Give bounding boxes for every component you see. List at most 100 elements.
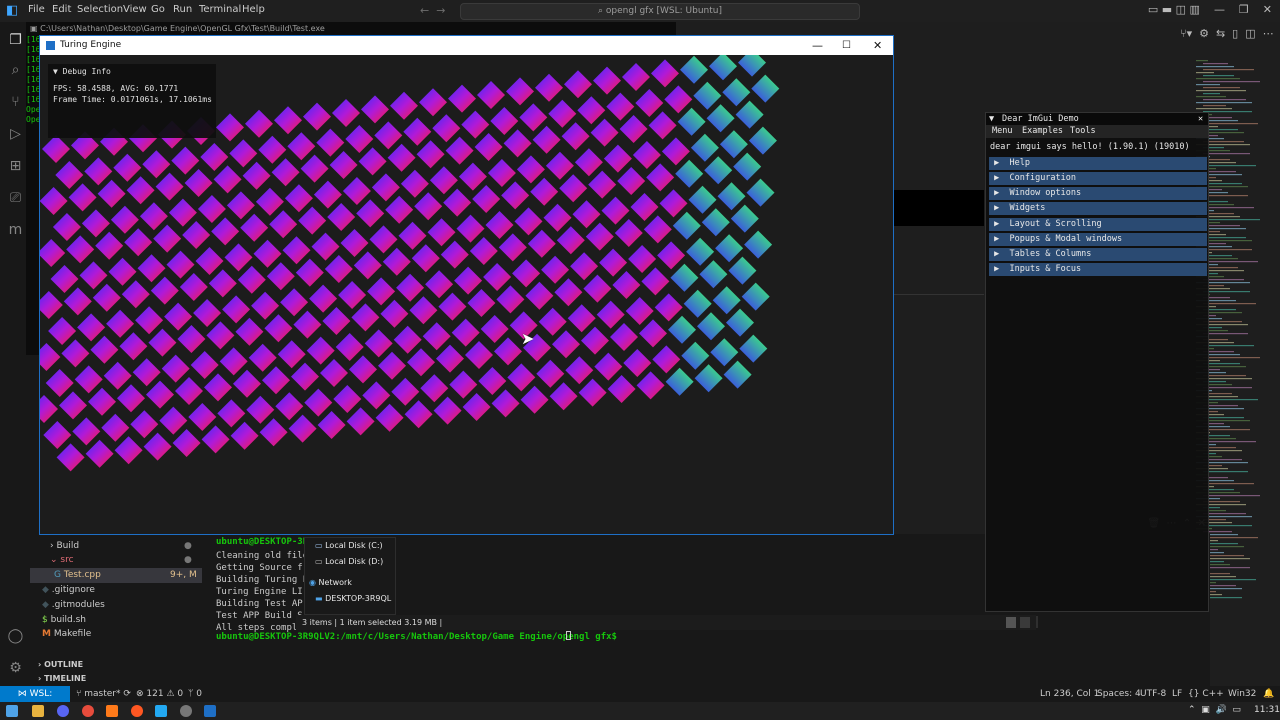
branch-indicator[interactable]: ⑂ master* ⟳ bbox=[76, 686, 131, 702]
run-debug-icon[interactable]: ▷ bbox=[7, 126, 24, 143]
imgui-header-help[interactable]: ▶ Help bbox=[989, 157, 1207, 170]
chrome-icon[interactable] bbox=[82, 705, 94, 717]
imgui-menu-menu[interactable]: Menu bbox=[992, 125, 1012, 138]
outline-section[interactable]: › OUTLINE bbox=[30, 657, 202, 672]
chevron-right-icon: › bbox=[50, 541, 54, 551]
pyramid-tile bbox=[657, 241, 686, 270]
menu-selection[interactable]: Selection bbox=[77, 4, 123, 15]
menu-view[interactable]: View bbox=[123, 4, 147, 15]
tray-icons[interactable]: ⌃ ▣ 🔊 ▭ bbox=[1188, 705, 1241, 715]
close-icon[interactable]: ✕ bbox=[1198, 113, 1203, 125]
language-mode[interactable]: {} C++ bbox=[1188, 686, 1224, 702]
imgui-menu-examples[interactable]: Examples bbox=[1022, 125, 1063, 138]
command-center[interactable]: ⌕ opengl gfx [WSL: Ubuntu] bbox=[460, 3, 860, 20]
menu-file[interactable]: File bbox=[28, 4, 45, 15]
vscode-taskbar-icon[interactable] bbox=[155, 705, 167, 717]
tree-item-build-sh[interactable]: $ build.sh bbox=[30, 613, 202, 628]
pyramid-tile bbox=[230, 421, 259, 450]
file-explorer-icon[interactable] bbox=[32, 705, 44, 717]
tree-item-gitignore[interactable]: ◆ .gitignore bbox=[30, 583, 202, 598]
remote-explorer-icon[interactable]: ⎚ bbox=[7, 190, 24, 207]
nav-arrows-icon[interactable]: ← → bbox=[420, 4, 445, 17]
discord-icon[interactable] bbox=[57, 705, 69, 717]
imgui-header-inputs-focus[interactable]: ▶ Inputs & Focus bbox=[989, 263, 1207, 276]
maximize-icon[interactable]: ☐ bbox=[842, 36, 851, 55]
pyramid-tile bbox=[317, 411, 346, 439]
debug-info-header[interactable]: ▼ Debug Info bbox=[53, 67, 111, 76]
notifications-icon[interactable]: 🔔 bbox=[1263, 686, 1274, 702]
details-view-icon[interactable] bbox=[1006, 617, 1016, 628]
imgui-header-window-options[interactable]: ▶ Window options bbox=[989, 187, 1207, 200]
pyramid-tile bbox=[643, 215, 672, 244]
menu-run[interactable]: Run bbox=[173, 4, 192, 15]
cursor-position[interactable]: Ln 236, Col 1 bbox=[1040, 686, 1099, 702]
minimap-line bbox=[1203, 387, 1252, 389]
imgui-header-label: Inputs & Focus bbox=[1009, 264, 1082, 274]
imgui-header-tables-columns[interactable]: ▶ Tables & Columns bbox=[989, 248, 1207, 261]
turing-engine-titlebar[interactable]: Turing Engine — ☐ ✕ bbox=[40, 36, 893, 55]
turing-engine-window[interactable]: Turing Engine — ☐ ✕ ▼ Debug Info FPS: 58… bbox=[39, 35, 894, 535]
nav-item-desktop[interactable]: ▬ DESKTOP-3R9QL bbox=[315, 594, 391, 603]
tree-item-test-cpp[interactable]: G Test.cpp 9+, M bbox=[30, 568, 202, 583]
turing-engine-taskbar-icon[interactable] bbox=[204, 705, 216, 717]
menu-help[interactable]: Help bbox=[242, 4, 265, 15]
vlc-icon[interactable] bbox=[106, 705, 118, 717]
pyramid-tile bbox=[148, 328, 177, 357]
problems-indicator[interactable]: ⊗ 121 ⚠ 0 bbox=[136, 686, 183, 702]
imgui-header-layout-scrolling[interactable]: ▶ Layout & Scrolling bbox=[989, 218, 1207, 231]
eol[interactable]: LF bbox=[1172, 686, 1182, 702]
triangle-right-icon: ▶ bbox=[989, 173, 1010, 183]
imgui-menu-tools[interactable]: Tools bbox=[1070, 125, 1096, 138]
imgui-titlebar[interactable]: ▼ Dear ImGui Demo ✕ bbox=[986, 113, 1208, 125]
imgui-header-widgets[interactable]: ▶ Widgets bbox=[989, 202, 1207, 215]
menu-terminal[interactable]: Terminal bbox=[199, 4, 241, 15]
nav-item-d-drive[interactable]: ▭ Local Disk (D:) bbox=[315, 557, 383, 566]
imgui-header-label: Configuration bbox=[1009, 173, 1077, 183]
explorer-icon[interactable]: ❐ bbox=[7, 32, 24, 49]
menu-edit[interactable]: Edit bbox=[52, 4, 71, 15]
obs-icon[interactable] bbox=[180, 705, 192, 717]
pyramid-tile bbox=[565, 356, 594, 385]
pyramid-tile bbox=[56, 443, 85, 472]
nav-item-c-drive[interactable]: ▭ Local Disk (C:) bbox=[315, 541, 383, 550]
firefox-icon[interactable] bbox=[131, 705, 143, 717]
debug-info-panel[interactable]: ▼ Debug Info FPS: 58.4588, AVG: 60.1771 … bbox=[48, 64, 216, 138]
tree-item-build[interactable]: › Build ● bbox=[30, 539, 202, 554]
tree-item-makefile[interactable]: M Makefile bbox=[30, 627, 202, 642]
pyramid-tile bbox=[594, 352, 623, 381]
extensions-icon[interactable]: ⊞ bbox=[7, 158, 24, 175]
tiles-view-icon[interactable] bbox=[1020, 617, 1030, 628]
encoding[interactable]: UTF-8 bbox=[1140, 686, 1166, 702]
branch-label: master* bbox=[84, 689, 121, 699]
tree-item-src[interactable]: ⌄ src ● bbox=[30, 553, 202, 568]
pyramid-tile bbox=[142, 150, 171, 179]
ports-indicator[interactable]: ᛘ 0 bbox=[188, 686, 202, 702]
close-icon[interactable]: ✕ bbox=[873, 36, 882, 55]
vscode-logo-icon: ◧ bbox=[6, 3, 19, 18]
clock[interactable]: 11:31 bbox=[1254, 705, 1280, 715]
imgui-header-configuration[interactable]: ▶ Configuration bbox=[989, 172, 1207, 185]
pyramid-tile bbox=[543, 203, 572, 232]
minimap-line bbox=[1203, 75, 1234, 77]
nav-item-network[interactable]: ◉ Network bbox=[309, 578, 352, 587]
remote-indicator[interactable]: ⋈ WSL: Ubuntu bbox=[0, 686, 70, 715]
pyramid-tile bbox=[606, 92, 635, 121]
window-controls[interactable]: ▭ ▬ ◫ ▥ — ❐ ✕ bbox=[1148, 3, 1272, 16]
settings-gear-icon[interactable]: ⚙ bbox=[7, 660, 24, 677]
minimize-icon[interactable]: — bbox=[812, 36, 823, 55]
cmake-icon[interactable]: m bbox=[7, 222, 24, 239]
windows-start-icon[interactable] bbox=[6, 705, 18, 717]
source-control-icon[interactable]: ⑂ bbox=[7, 94, 24, 111]
editor-toolbar[interactable]: ⑂▾ ⚙ ⇆ ▯ ◫ ⋯ bbox=[1180, 27, 1274, 40]
render-canvas[interactable]: ▼ Debug Info FPS: 58.4588, AVG: 60.1771 … bbox=[40, 55, 893, 534]
search-icon[interactable]: ⌕ bbox=[7, 62, 24, 79]
tree-item-gitmodules[interactable]: ◆ .gitmodules bbox=[30, 598, 202, 613]
indentation[interactable]: Spaces: 4 bbox=[1097, 686, 1141, 702]
console-window-titlebar[interactable]: ▣ C:\Users\Nathan\Desktop\Game Engine\Op… bbox=[26, 22, 676, 35]
imgui-header-popups-modal[interactable]: ▶ Popups & Modal windows bbox=[989, 233, 1207, 246]
account-icon[interactable]: ◯ bbox=[7, 628, 24, 645]
platform[interactable]: Win32 bbox=[1228, 686, 1256, 702]
imgui-demo-window[interactable]: ▼ Dear ImGui Demo ✕ Menu Examples Tools … bbox=[985, 112, 1209, 612]
timeline-section[interactable]: › TIMELINE bbox=[30, 671, 202, 686]
menu-go[interactable]: Go bbox=[151, 4, 165, 15]
